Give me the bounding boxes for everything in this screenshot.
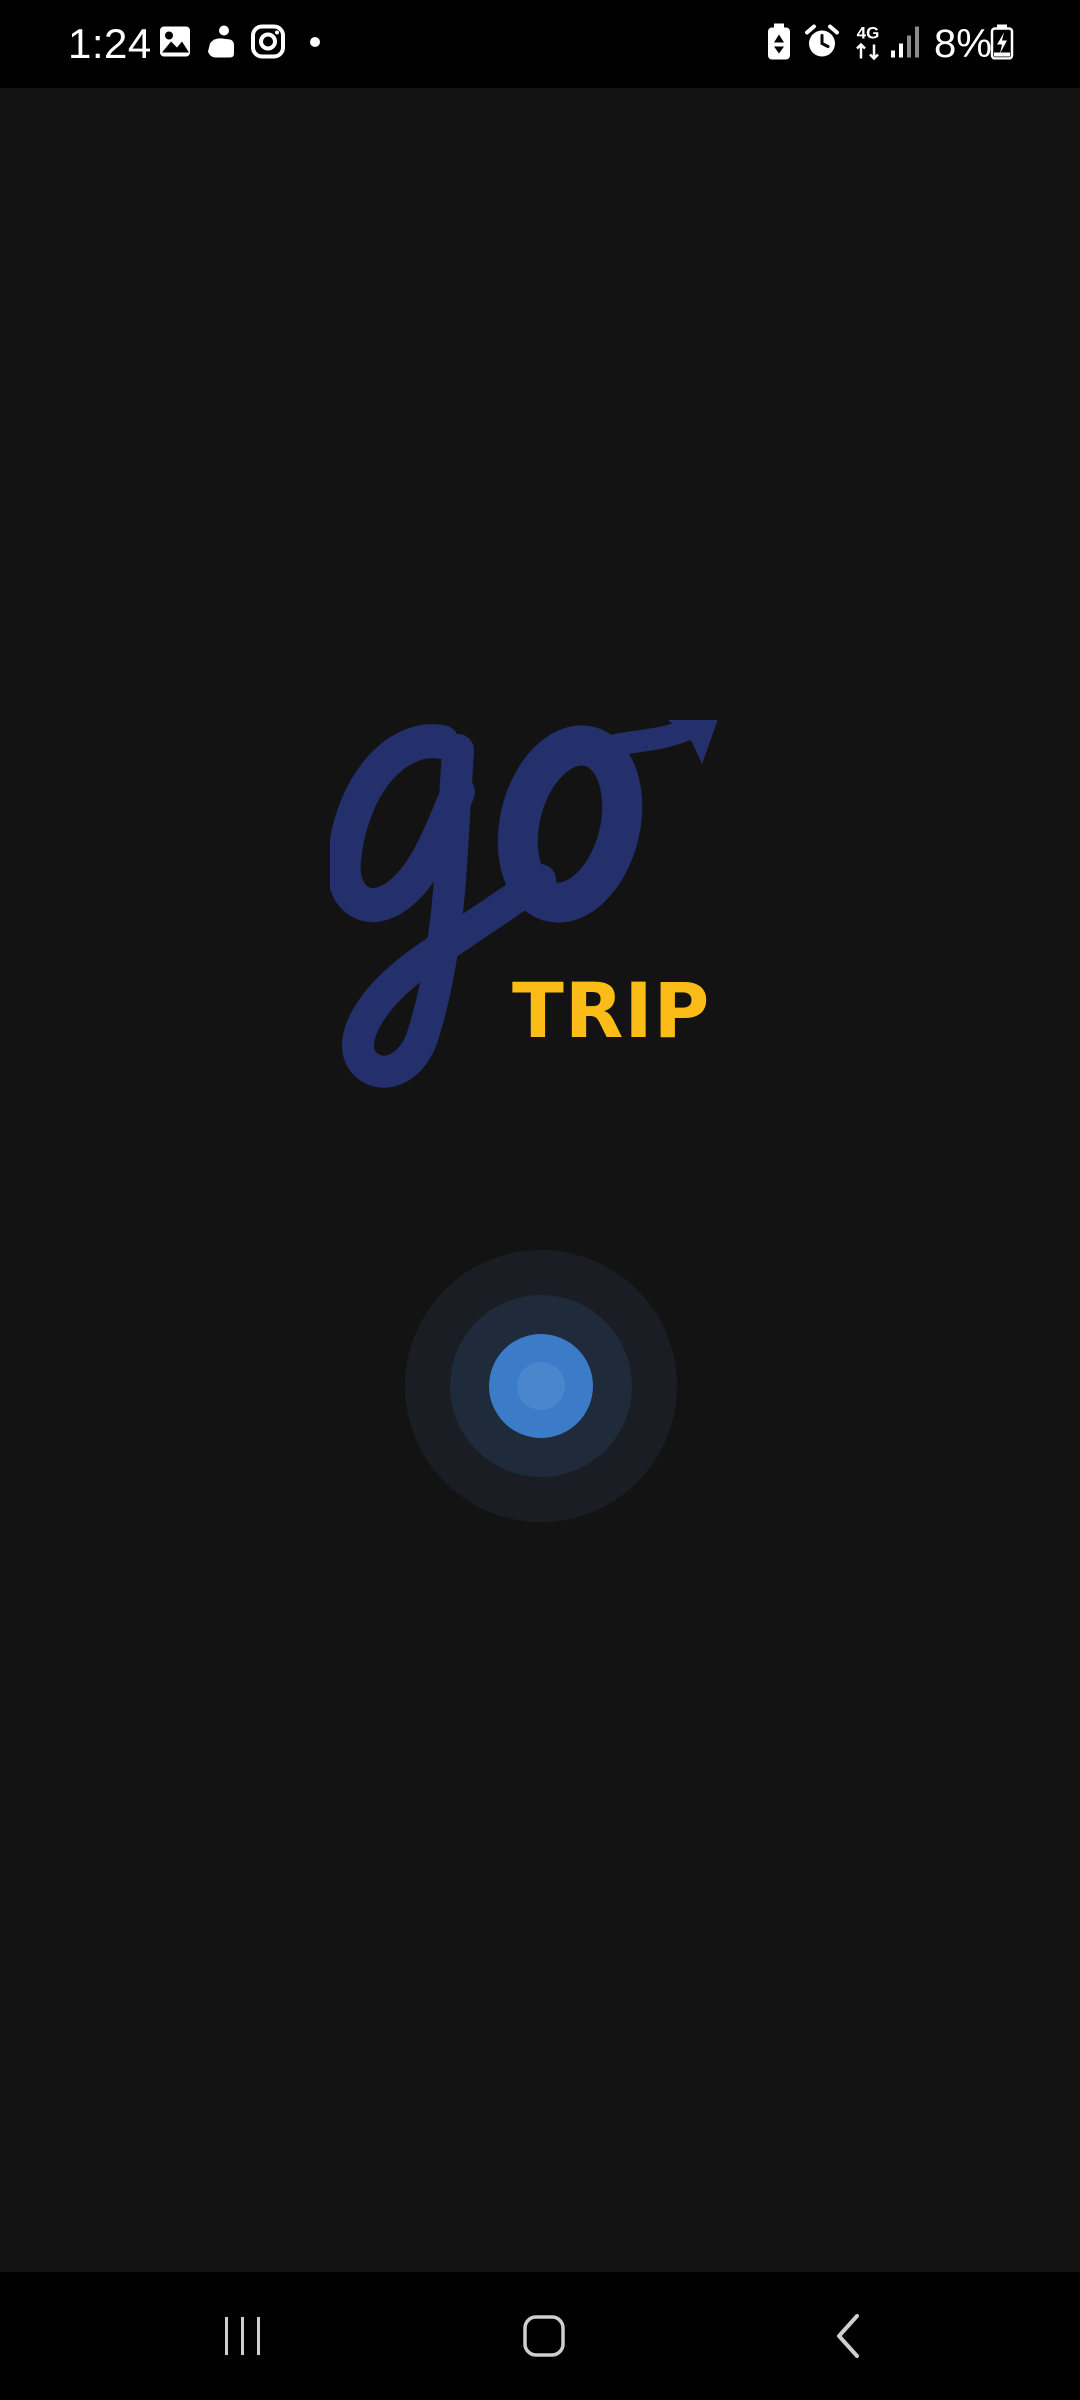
home-button[interactable]: [484, 2286, 604, 2386]
back-button[interactable]: [788, 2286, 908, 2386]
recent-apps-icon: [225, 2317, 260, 2355]
4g-data-icon: 4G: [852, 23, 884, 66]
hand-notification-icon: [204, 24, 238, 65]
battery-percentage: 8%: [934, 22, 992, 66]
status-bar: 1:24 4G 8%: [0, 0, 1080, 88]
more-notifications-dot-icon: [309, 35, 321, 53]
logo-trip-text: TRIP: [512, 966, 711, 1055]
navigation-bar: [0, 2272, 1080, 2400]
back-icon: [837, 2314, 859, 2358]
alarm-icon: [804, 24, 840, 65]
instagram-icon: [250, 24, 286, 65]
battery-charging-icon: [990, 24, 1014, 65]
signal-icon: [890, 25, 920, 64]
splash-screen: 1:24 4G 8% TRIP: [0, 0, 1080, 2400]
gallery-icon: [158, 25, 192, 64]
home-icon: [523, 2315, 565, 2357]
loading-indicator: [405, 1250, 677, 1522]
recent-apps-button[interactable]: [183, 2286, 303, 2386]
network-label: 4G: [857, 24, 880, 43]
status-time: 1:24: [68, 20, 152, 67]
battery-saver-icon: [766, 23, 792, 66]
